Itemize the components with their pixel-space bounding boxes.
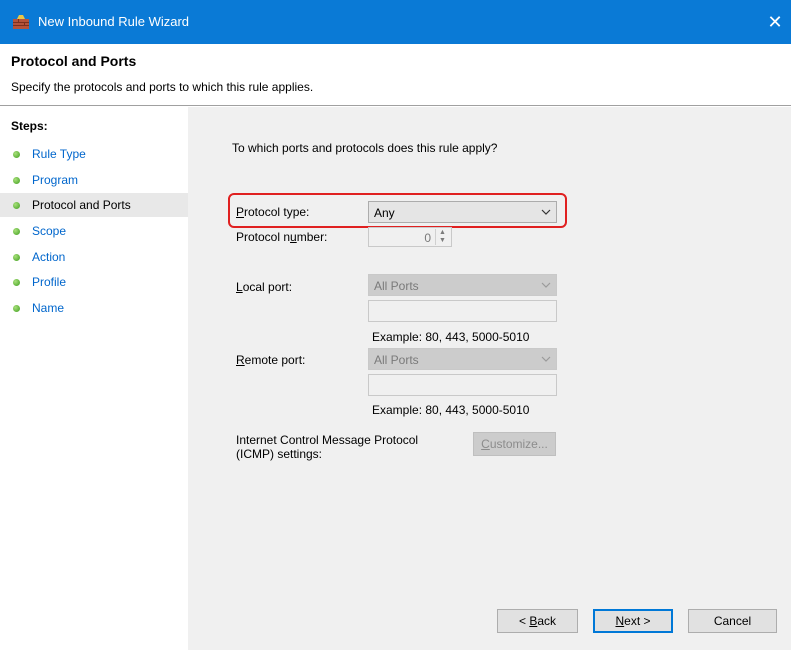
step-label: Profile [32, 275, 67, 289]
label-text: emote port: [244, 353, 306, 367]
back-button[interactable]: < Back [497, 609, 578, 633]
wizard-header: Protocol and Ports Specify the protocols… [0, 44, 791, 106]
step-label: Name [32, 301, 65, 315]
button-text: < [518, 614, 530, 628]
step-status-icon [13, 202, 20, 209]
local-port-example: Example: 80, 443, 5000-5010 [372, 330, 530, 344]
label-text: ocal port: [242, 280, 293, 294]
local-port-dropdown[interactable]: All Ports [368, 274, 557, 296]
step-protocol-and-ports[interactable]: Protocol and Ports [0, 193, 188, 217]
step-rule-type[interactable]: Rule Type [0, 142, 188, 166]
local-port-input[interactable] [368, 300, 557, 322]
accelerator-key: P [236, 205, 245, 219]
step-status-icon [13, 305, 20, 312]
accelerator-key: u [290, 230, 297, 244]
step-label: Program [32, 173, 79, 187]
remote-port-example: Example: 80, 443, 5000-5010 [372, 403, 530, 417]
local-port-value: All Ports [374, 279, 419, 293]
protocol-type-value: Any [374, 206, 395, 220]
local-port-label: Local port: [236, 280, 292, 294]
icmp-settings-label: Internet Control Message Protocol (ICMP)… [236, 433, 418, 461]
remote-port-label: Remote port: [236, 353, 305, 367]
chevron-down-icon [541, 282, 551, 288]
spinner-arrows-icon[interactable]: ▲ ▼ [435, 229, 449, 245]
step-label: Scope [32, 224, 67, 238]
protocol-type-dropdown[interactable]: Any [368, 201, 557, 223]
step-profile[interactable]: Profile [0, 270, 188, 294]
step-action[interactable]: Action [0, 245, 188, 269]
step-status-icon [13, 279, 20, 286]
icmp-label-line1: Internet Control Message Protocol [236, 433, 419, 447]
step-label: Rule Type [32, 147, 86, 161]
content-panel: To which ports and protocols does this r… [188, 107, 791, 650]
remote-port-input[interactable] [368, 374, 557, 396]
step-label: Action [32, 250, 66, 264]
customize-button[interactable]: Customize... [473, 432, 556, 456]
button-text: ack [537, 614, 557, 628]
step-scope[interactable]: Scope [0, 219, 188, 243]
step-name[interactable]: Name [0, 296, 188, 320]
button-text: ustomize... [489, 437, 548, 451]
accelerator-key: R [236, 353, 245, 367]
next-button[interactable]: Next > [593, 609, 673, 633]
question-text: To which ports and protocols does this r… [232, 141, 498, 155]
step-status-icon [13, 228, 20, 235]
chevron-down-icon [541, 209, 551, 215]
page-subtitle: Specify the protocols and ports to which… [11, 80, 314, 94]
cancel-button[interactable]: Cancel [688, 609, 777, 633]
step-label: Protocol and Ports [32, 198, 131, 212]
label-text: Protocol n [236, 230, 291, 244]
chevron-down-icon [541, 356, 551, 362]
title-bar: New Inbound Rule Wizard ✕ [0, 0, 791, 44]
protocol-type-label: Protocol type: [236, 205, 309, 219]
steps-heading: Steps: [11, 119, 48, 133]
step-program[interactable]: Program [0, 168, 188, 192]
step-status-icon [13, 151, 20, 158]
accelerator-key: C [481, 437, 490, 451]
label-text: rotocol type: [244, 205, 310, 219]
close-icon[interactable]: ✕ [759, 0, 791, 44]
remote-port-value: All Ports [374, 353, 419, 367]
protocol-number-label: Protocol number: [236, 230, 327, 244]
firewall-icon [13, 15, 29, 29]
button-text: ext > [624, 614, 651, 628]
page-title: Protocol and Ports [11, 53, 137, 69]
accelerator-key: L [236, 280, 243, 294]
label-text: mber: [296, 230, 328, 244]
accelerator-key: N [615, 614, 625, 628]
remote-port-dropdown[interactable]: All Ports [368, 348, 557, 370]
step-status-icon [13, 177, 20, 184]
icmp-label-line2: (ICMP) settings: [236, 447, 323, 461]
steps-panel: Steps: Rule Type Program Protocol and Po… [0, 107, 188, 650]
step-status-icon [13, 254, 20, 261]
protocol-number-spinner[interactable]: 0 ▲ ▼ [368, 227, 452, 247]
protocol-number-value: 0 [424, 231, 431, 245]
window-title: New Inbound Rule Wizard [38, 14, 190, 29]
